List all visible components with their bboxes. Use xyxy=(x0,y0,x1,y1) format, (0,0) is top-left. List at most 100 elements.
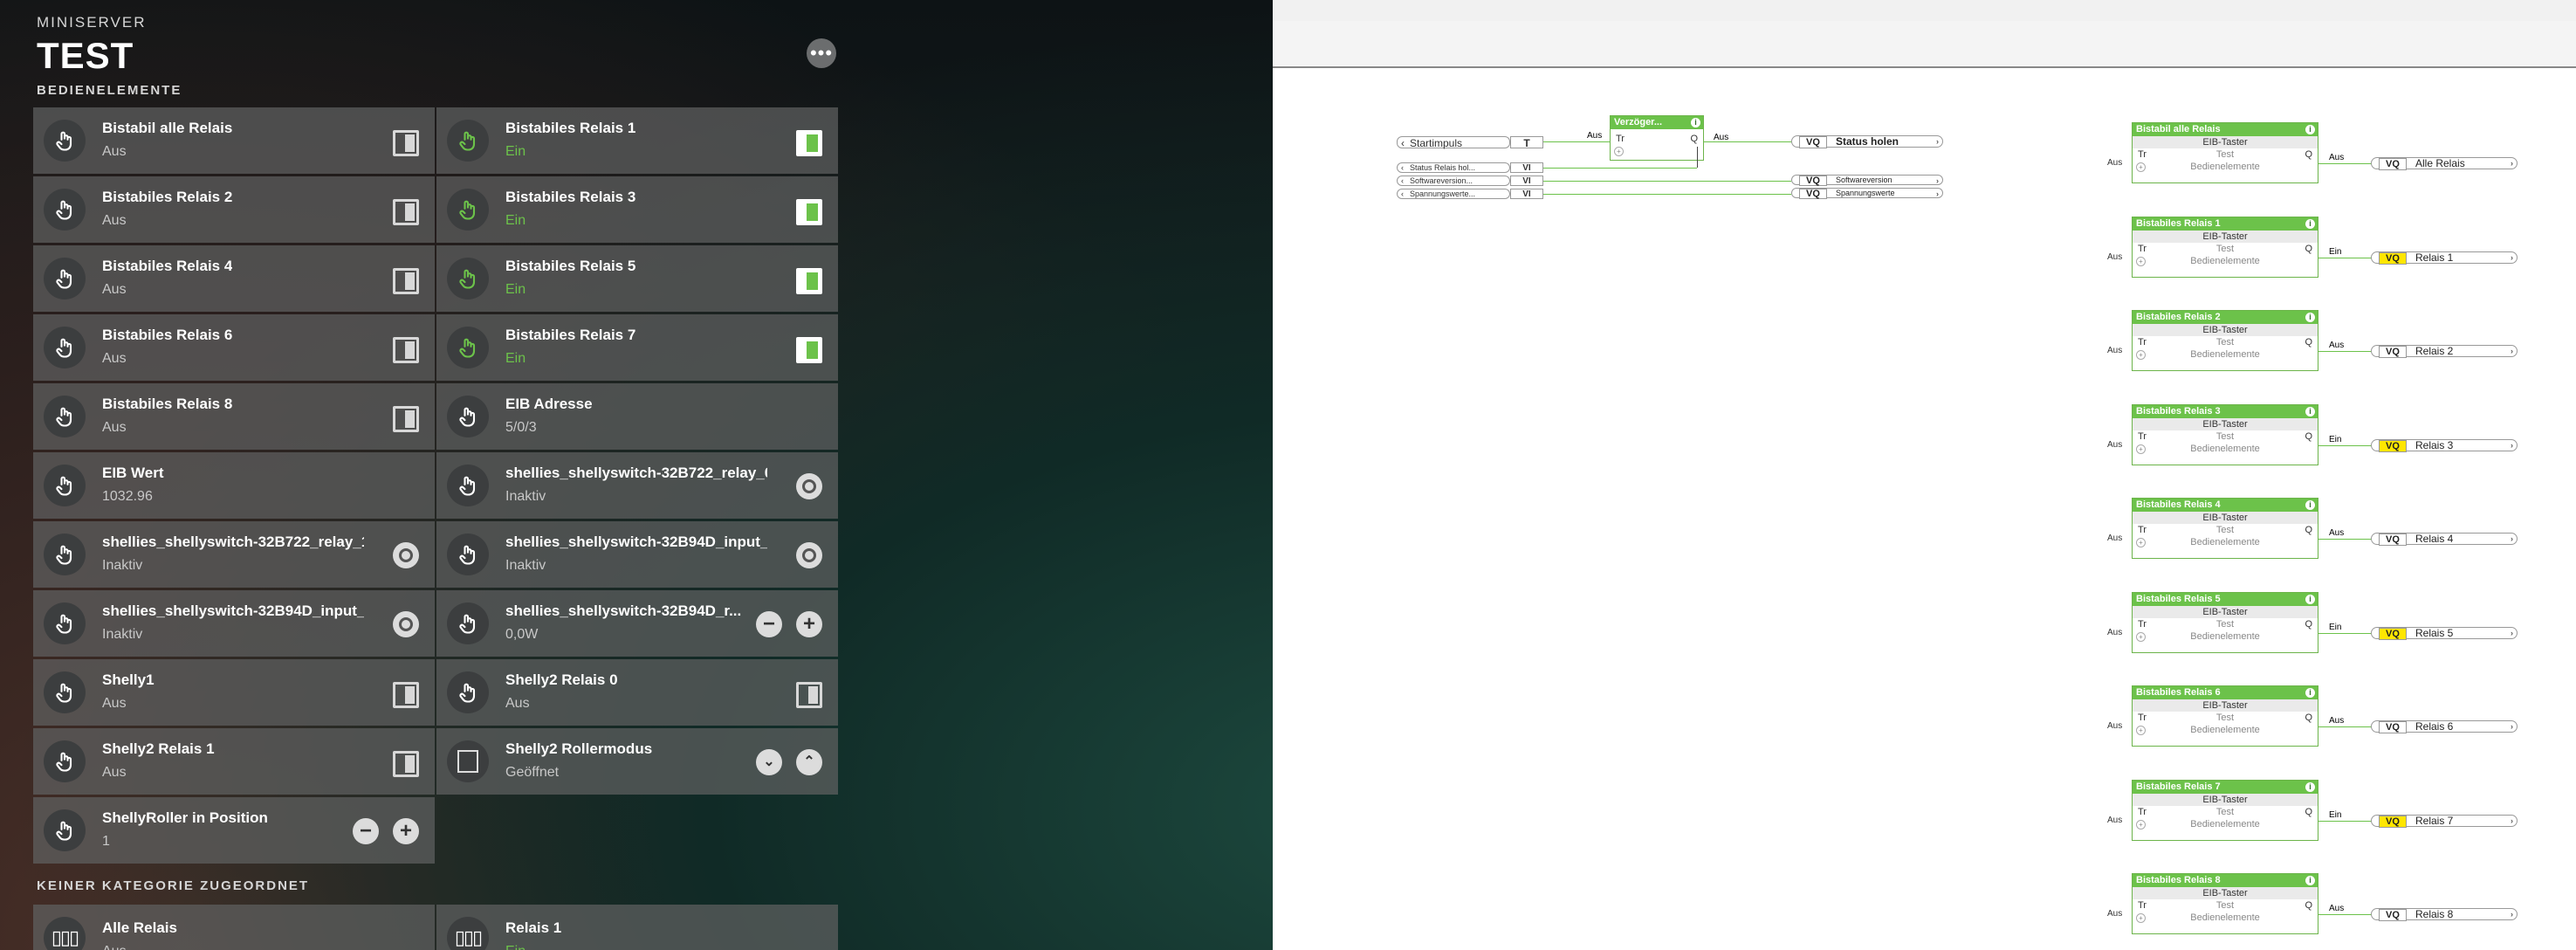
tile-relais-1[interactable]: ▯▯▯ Relais 1 Ein xyxy=(436,905,838,950)
tile-eib-adresse[interactable]: EIB Adresse 5/0/3 xyxy=(436,383,838,450)
block-bistabiles-relais-5[interactable]: Bistabiles Relais 5 i EIB-Taster Tr Test Q + Be… xyxy=(2132,591,2318,653)
info-icon[interactable]: i xyxy=(2305,781,2315,792)
config-canvas[interactable]: ‹ Startimpuls T ‹ Status Relais hol... VI ‹ Sof… xyxy=(1273,0,2576,950)
toggle-switch[interactable] xyxy=(796,337,822,363)
pushbutton-circle[interactable] xyxy=(796,473,822,499)
hand-icon-wrap xyxy=(44,602,86,644)
tile-state: Ein xyxy=(505,351,526,366)
output-status-holen[interactable]: VQ Status holen › xyxy=(1791,135,1943,148)
output-value: Aus xyxy=(2329,528,2345,538)
vq-relais-6[interactable]: VQ Relais 6 › xyxy=(2371,720,2518,733)
tile-shelly2-relais-0[interactable]: Shelly2 Relais 0 Aus xyxy=(436,659,838,726)
pushbutton-circle[interactable] xyxy=(796,542,822,568)
tile-shellies-shellyswitch-32b94d-r[interactable]: shellies_shellyswitch-32B94D_r... 0,0W − + xyxy=(436,590,838,657)
info-icon[interactable]: i xyxy=(1691,118,1700,127)
vq-relais-2[interactable]: VQ Relais 2 › xyxy=(2371,345,2518,358)
hand-icon-wrap xyxy=(44,809,86,851)
more-dots-icon[interactable]: ••• xyxy=(807,38,836,68)
hand-icon xyxy=(459,131,476,151)
vq-relais-7[interactable]: VQ Relais 7 › xyxy=(2371,814,2518,828)
info-icon[interactable]: i xyxy=(2305,313,2315,322)
toggle-switch[interactable] xyxy=(393,268,419,294)
info-icon[interactable]: i xyxy=(2305,500,2315,510)
tile-state: Inaktiv xyxy=(505,489,546,504)
tile-name: Relais 1 xyxy=(505,919,562,936)
toggle-switch[interactable] xyxy=(796,130,822,156)
tile-name: Bistabiles Relais 5 xyxy=(505,258,636,274)
hand-icon xyxy=(459,683,476,703)
output-spannungswerte[interactable]: VQ Spannungswerte › xyxy=(1791,188,1943,199)
toggle-switch[interactable] xyxy=(796,682,822,708)
toggle-switch[interactable] xyxy=(796,199,822,225)
tile-shelly2-relais-1[interactable]: Shelly2 Relais 1 Aus xyxy=(33,728,435,795)
toggle-switch[interactable] xyxy=(796,268,822,294)
tile-shellyroller-in-position[interactable]: ShellyRoller in Position 1 − + xyxy=(33,797,435,864)
minus-button[interactable]: − xyxy=(756,611,782,637)
tile-bistabiles-relais-6[interactable]: Bistabiles Relais 6 Aus xyxy=(33,314,435,381)
tile-shellies-shellyswitch-32b722-relay-1[interactable]: shellies_shellyswitch-32B722_relay_1 Inak… xyxy=(33,521,435,588)
info-icon[interactable]: i xyxy=(2305,688,2315,698)
vq-alle-relais[interactable]: VQ Alle Relais › xyxy=(2371,157,2518,170)
output-value: Aus xyxy=(2329,153,2345,162)
tile-bistabiles-relais-4[interactable]: Bistabiles Relais 4 Aus xyxy=(33,245,435,312)
hand-icon-wrap xyxy=(44,534,86,575)
output-value: Ein xyxy=(2329,434,2342,444)
info-icon[interactable]: i xyxy=(2305,218,2315,229)
tile-state: Inaktiv xyxy=(505,558,546,573)
toggle-switch[interactable] xyxy=(393,406,419,432)
input-softwareversion[interactable]: ‹ Softwareversion... xyxy=(1397,176,1510,186)
vq-relais-3[interactable]: VQ Relais 3 › xyxy=(2371,438,2518,452)
vq-relais-1[interactable]: VQ Relais 1 › xyxy=(2371,251,2518,265)
tile-bistabiles-relais-5[interactable]: Bistabiles Relais 5 Ein xyxy=(436,245,838,312)
tile-shellies-shellyswitch-32b722-relay-0[interactable]: shellies_shellyswitch-32B722_relay_0 Inak… xyxy=(436,452,838,519)
tile-bistabil-alle-relais[interactable]: Bistabil alle Relais Aus xyxy=(33,107,435,174)
block-delay[interactable]: Verzöger... i Tr Q + xyxy=(1610,115,1704,161)
block-bistabiles-relais-2[interactable]: Bistabiles Relais 2 i EIB-Taster Tr Test Q + Be… xyxy=(2132,310,2318,371)
info-icon[interactable]: i xyxy=(2305,406,2315,416)
block-bistabiles-relais-3[interactable]: Bistabiles Relais 3 i EIB-Taster Tr Test Q + Be… xyxy=(2132,403,2318,465)
vq-relais-4[interactable]: VQ Relais 4 › xyxy=(2371,533,2518,546)
info-icon[interactable]: i xyxy=(2305,125,2315,134)
input-status-relais-hol[interactable]: ‹ Status Relais hol... xyxy=(1397,162,1510,173)
minus-button[interactable]: − xyxy=(353,818,379,844)
tile-state: Ein xyxy=(505,282,526,297)
tile-bistabiles-relais-8[interactable]: Bistabiles Relais 8 Aus xyxy=(33,383,435,450)
block-bistabiles-relais-4[interactable]: Bistabiles Relais 4 i EIB-Taster Tr Test Q + Be… xyxy=(2132,498,2318,559)
block-bistabiles-relais-1[interactable]: Bistabiles Relais 1 i EIB-Taster Tr Test Q + Be… xyxy=(2132,216,2318,278)
input-value: Aus xyxy=(2107,721,2123,731)
tile-shellies-shellyswitch-32b94d-input-0[interactable]: shellies_shellyswitch-32B94D_input_0 Inak… xyxy=(436,521,838,588)
vq-relais-8[interactable]: VQ Relais 8 › xyxy=(2371,908,2518,921)
vq-relais-5[interactable]: VQ Relais 5 › xyxy=(2371,626,2518,640)
input-spannungswerte[interactable]: ‹ Spannungswerte... xyxy=(1397,189,1510,199)
plus-button[interactable]: + xyxy=(796,611,822,637)
pushbutton-circle[interactable] xyxy=(393,611,419,637)
input-port: VI xyxy=(1510,189,1543,199)
tile-bistabiles-relais-3[interactable]: Bistabiles Relais 3 Ein xyxy=(436,176,838,243)
toggle-switch[interactable] xyxy=(393,337,419,363)
canvas-topbar xyxy=(1273,0,2576,22)
block-bistabiles-relais-8[interactable]: Bistabiles Relais 8 i EIB-Taster Tr Test Q + Be… xyxy=(2132,873,2318,934)
toggle-switch[interactable] xyxy=(393,751,419,777)
block-bistabil-alle-relais[interactable]: Bistabil alle Relais i EIB-Taster Tr Test Q + B… xyxy=(2132,122,2318,183)
tile-shelly1[interactable]: Shelly1 Aus xyxy=(33,659,435,726)
tile-shelly2-rollermodus[interactable]: Shelly2 Rollermodus Geöffnet ⌄ ⌃ xyxy=(436,728,838,795)
tile-alle-relais[interactable]: ▯▯▯ Alle Relais Aus xyxy=(33,905,435,950)
chevron-up-icon[interactable]: ⌃ xyxy=(796,749,822,775)
tile-bistabiles-relais-1[interactable]: Bistabiles Relais 1 Ein xyxy=(436,107,838,174)
pushbutton-circle[interactable] xyxy=(393,542,419,568)
block-bistabiles-relais-6[interactable]: Bistabiles Relais 6 i EIB-Taster Tr Test Q + Be… xyxy=(2132,685,2318,747)
chevron-down-icon[interactable]: ⌄ xyxy=(756,749,782,775)
tile-shellies-shellyswitch-32b94d-input-1[interactable]: shellies_shellyswitch-32B94D_input_1 Inak… xyxy=(33,590,435,657)
info-icon[interactable]: i xyxy=(2305,594,2315,604)
toggle-switch[interactable] xyxy=(393,199,419,225)
input-startimpuls[interactable]: ‹ Startimpuls xyxy=(1397,136,1510,149)
tile-bistabiles-relais-2[interactable]: Bistabiles Relais 2 Aus xyxy=(33,176,435,243)
info-icon[interactable]: i xyxy=(2305,876,2315,885)
tile-eib-wert[interactable]: EIB Wert 1032.96 xyxy=(33,452,435,519)
tile-bistabiles-relais-7[interactable]: Bistabiles Relais 7 Ein xyxy=(436,314,838,381)
output-softwareversion[interactable]: VQ Softwareversion › xyxy=(1791,175,1943,186)
toggle-switch[interactable] xyxy=(393,682,419,708)
plus-button[interactable]: + xyxy=(393,818,419,844)
toggle-switch[interactable] xyxy=(393,130,419,156)
block-bistabiles-relais-7[interactable]: Bistabiles Relais 7 i EIB-Taster Tr Test Q + Be… xyxy=(2132,779,2318,841)
